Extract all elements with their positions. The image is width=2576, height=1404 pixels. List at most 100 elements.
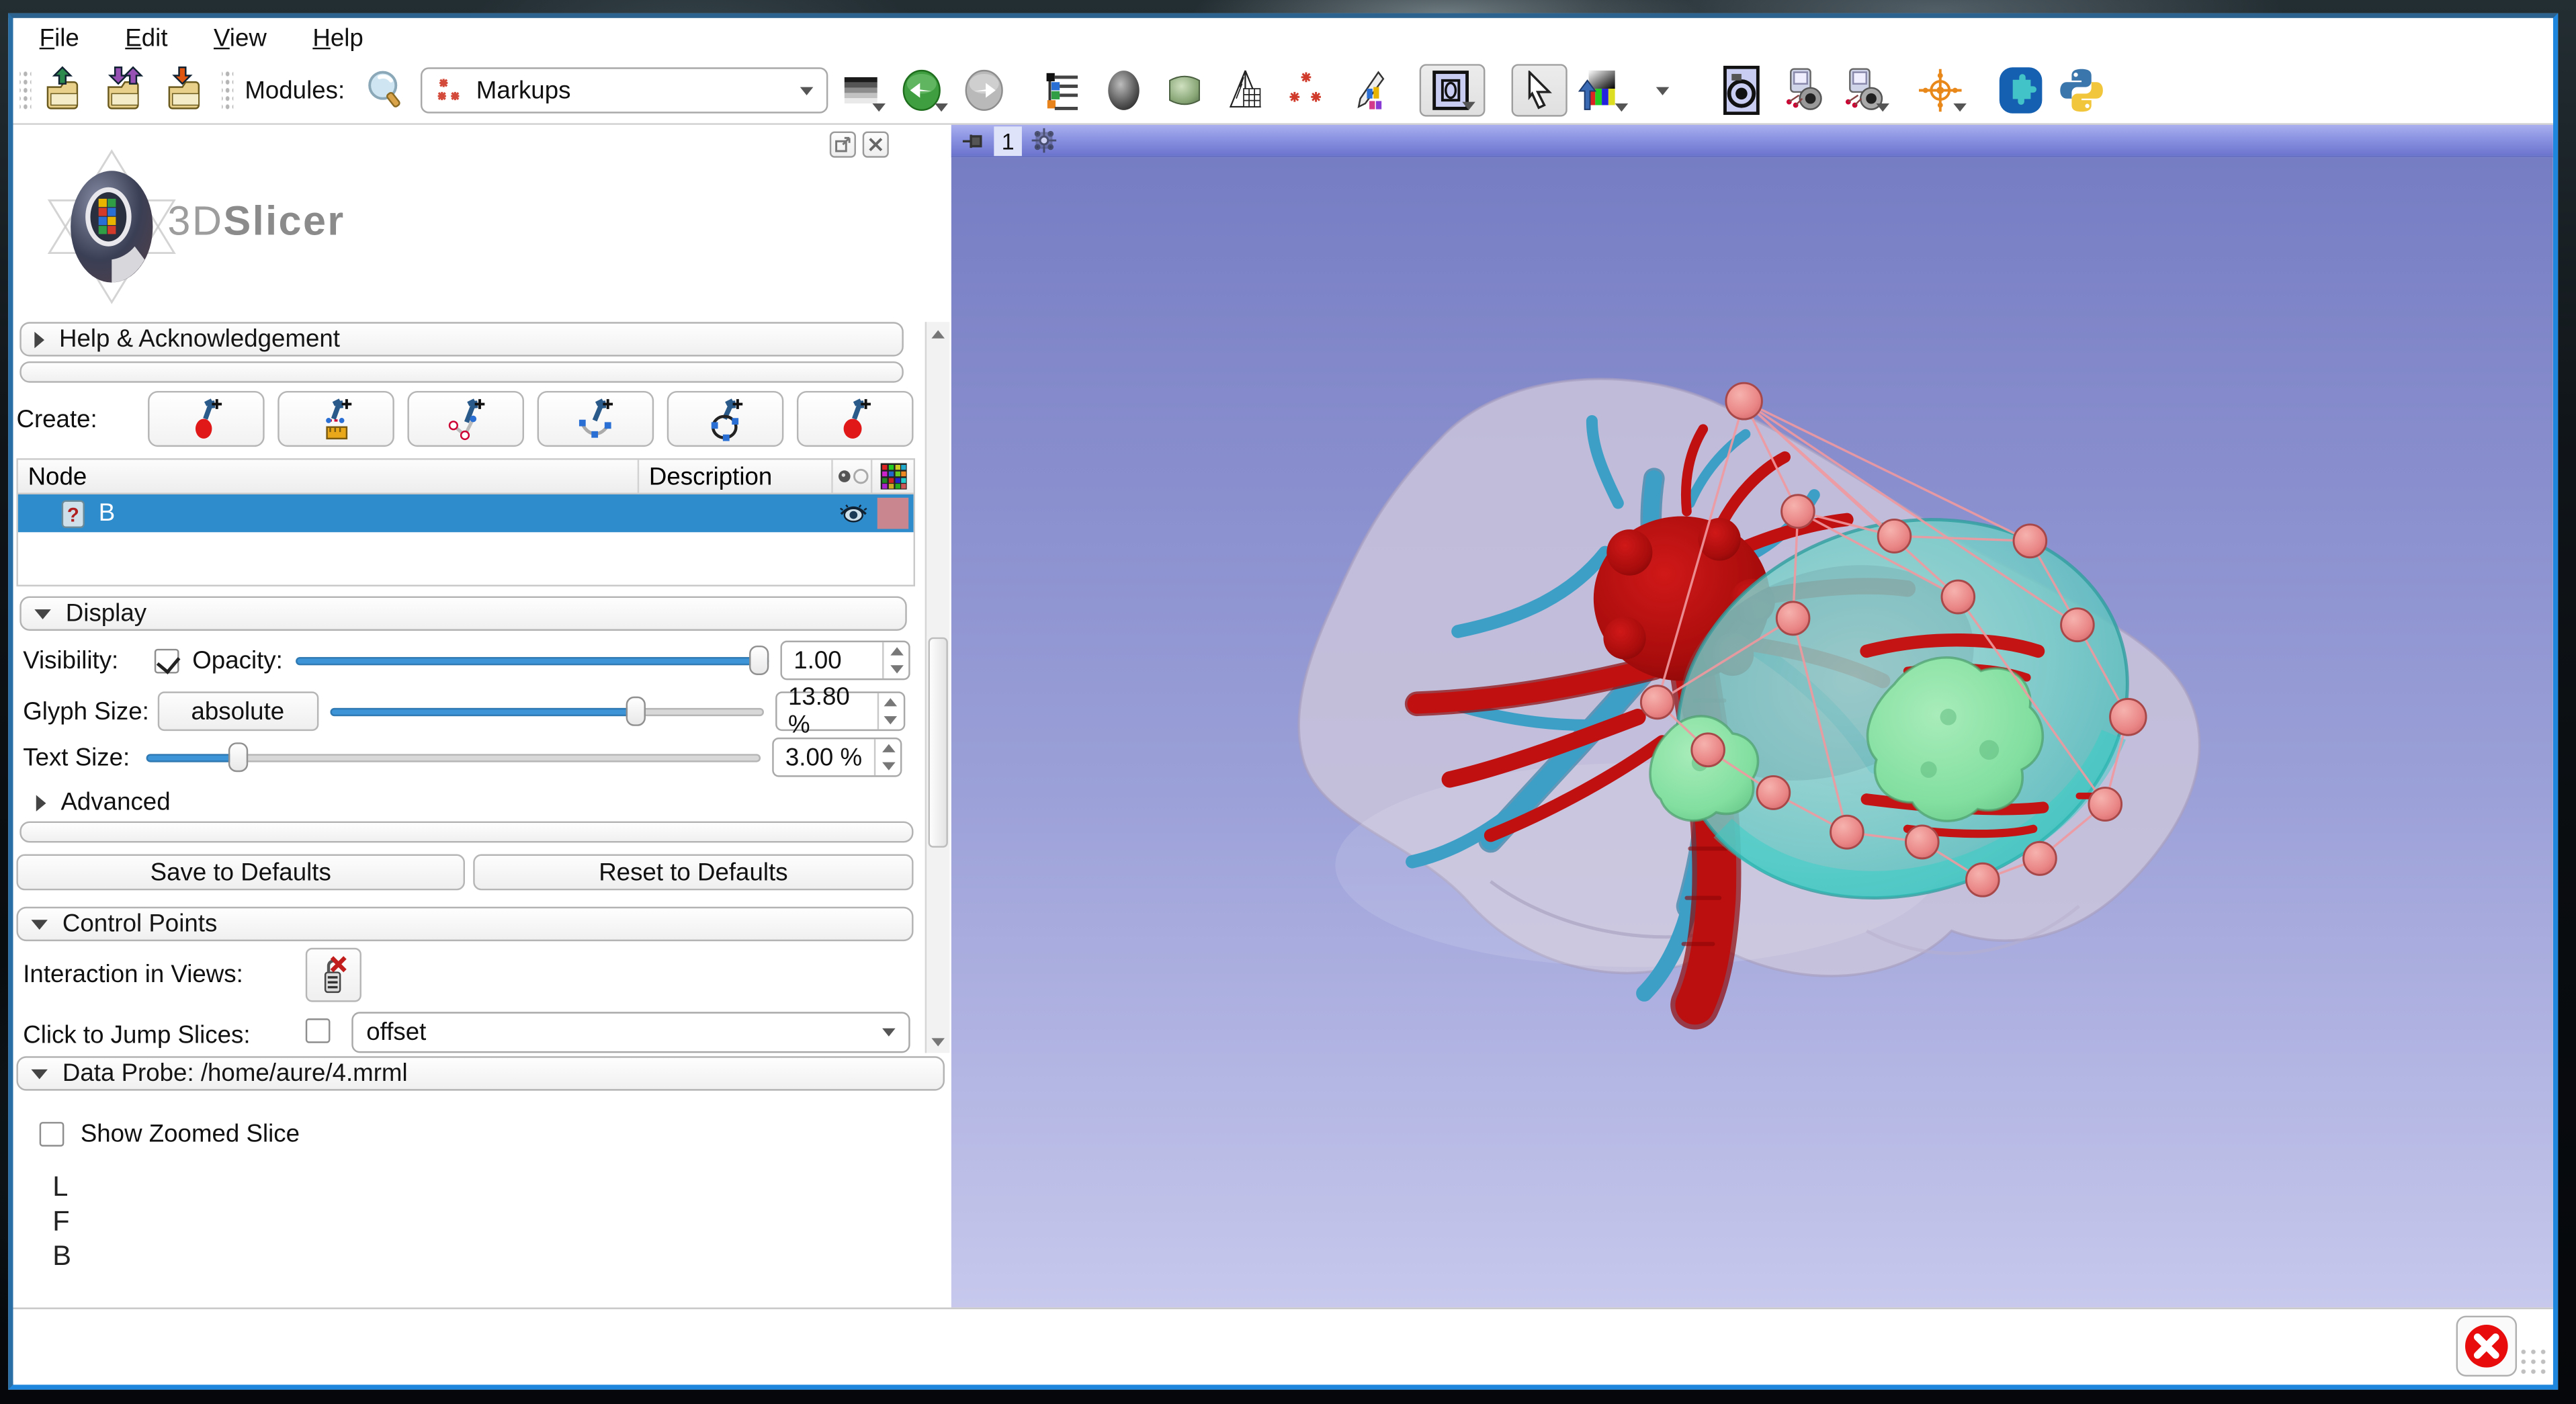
threed-view-header[interactable]: 1 (951, 125, 2553, 158)
reset-to-defaults-button[interactable]: Reset to Defaults (473, 854, 913, 891)
node-color-swatch[interactable] (877, 498, 908, 529)
screenshot-button[interactable] (1715, 64, 1767, 116)
jump-mode-combobox[interactable]: offset (351, 1012, 910, 1053)
previous-module-button[interactable] (897, 64, 949, 116)
menu-help[interactable]: Help (312, 24, 363, 52)
toolbar-drag-handle[interactable] (19, 69, 31, 112)
column-color[interactable] (872, 460, 913, 493)
extensions-manager-button[interactable] (1994, 64, 2047, 116)
annotations-button[interactable] (1340, 64, 1393, 116)
spin-down-icon[interactable] (882, 762, 895, 771)
create-markups-button[interactable] (1280, 64, 1332, 116)
node-color-cell[interactable] (872, 498, 913, 529)
text-size-slider[interactable] (146, 742, 761, 772)
volumes-icon (1161, 67, 1207, 113)
glyph-size-mode-button[interactable]: absolute (157, 691, 318, 731)
module-selector-combobox[interactable]: Markups (421, 67, 828, 113)
eye-icon (839, 502, 867, 524)
load-dicom-button[interactable] (100, 64, 153, 116)
create-point-list-button[interactable] (148, 391, 265, 447)
panel-scrollbar[interactable] (925, 322, 950, 1053)
interaction-toggle-button[interactable] (306, 948, 361, 1002)
volume-rendering-button[interactable] (1097, 64, 1150, 116)
display-section-header[interactable]: Display (19, 597, 906, 631)
glyph-size-slider-handle[interactable] (626, 697, 645, 726)
help-acknowledgement-section[interactable]: Help & Acknowledgement (19, 322, 904, 356)
scroll-up-button[interactable] (927, 322, 949, 345)
visibility-checkbox[interactable] (155, 648, 179, 673)
crosshair-button[interactable] (1916, 64, 1968, 116)
visibility-header-eye-icon (835, 466, 868, 486)
python-console-button[interactable] (2055, 64, 2108, 116)
chevron-down-icon (935, 103, 948, 112)
opacity-slider-handle[interactable] (749, 646, 769, 675)
spin-down-icon[interactable] (890, 665, 903, 673)
toolbar-separator (1697, 66, 1707, 115)
transforms-button[interactable] (1219, 64, 1271, 116)
opacity-slider[interactable] (296, 646, 769, 675)
spin-up-icon[interactable] (890, 647, 903, 655)
subject-hierarchy-button[interactable] (1037, 64, 1089, 116)
column-node[interactable]: Node (18, 460, 639, 493)
visibility-label: Visibility: (23, 646, 118, 674)
text-size-slider-handle[interactable] (228, 742, 248, 772)
create-angle-button[interactable] (407, 391, 524, 447)
column-visibility[interactable] (833, 460, 873, 493)
view-crosshair-icon[interactable] (1032, 128, 1057, 153)
threed-view: 1 (951, 125, 2553, 1308)
next-module-button[interactable] (957, 64, 1010, 116)
create-closed-curve-button[interactable] (667, 391, 784, 447)
scrollbar-thumb[interactable] (929, 638, 948, 848)
column-description[interactable]: Description (639, 460, 833, 493)
spin-down-icon[interactable] (884, 716, 898, 724)
hide-panel-button[interactable] (863, 132, 889, 158)
window-level-button[interactable] (1576, 64, 1628, 116)
menu-file[interactable]: File (40, 24, 79, 52)
collapse-arrow-icon (34, 331, 44, 347)
scroll-down-button[interactable] (927, 1030, 949, 1053)
node-row-b[interactable]: ? B (18, 494, 914, 532)
module-search-button[interactable] (359, 64, 412, 116)
menu-view[interactable]: View (214, 24, 267, 52)
data-probe-section-header[interactable]: Data Probe: /home/aure/4.mrml (16, 1056, 945, 1090)
advanced-section-header[interactable]: Advanced (36, 789, 171, 817)
create-plane-button[interactable] (797, 391, 914, 447)
create-line-button[interactable] (277, 391, 394, 447)
layout-selector-button[interactable] (1419, 64, 1485, 116)
error-log-button[interactable] (2456, 1316, 2517, 1376)
toolbar-separator (1897, 66, 1907, 115)
glyph-size-slider[interactable] (330, 697, 764, 726)
glyph-size-spinbox[interactable]: 13.80 % (775, 691, 904, 731)
screenshot-icon (1720, 66, 1763, 115)
node-visibility-toggle[interactable] (833, 502, 873, 524)
opacity-spinbox[interactable]: 1.00 (781, 641, 910, 681)
window-level-preset-dropdown[interactable] (1636, 64, 1688, 116)
save-to-defaults-button[interactable]: Save to Defaults (16, 854, 465, 891)
opacity-label: Opacity: (192, 646, 283, 674)
save-button[interactable] (161, 64, 214, 116)
threed-viewport[interactable] (951, 158, 2553, 1308)
load-data-button[interactable] (40, 64, 92, 116)
undock-panel-button[interactable] (830, 132, 856, 158)
spin-up-icon[interactable] (884, 698, 898, 706)
chevron-down-icon (882, 1028, 896, 1037)
toolbar-drag-handle[interactable] (222, 69, 233, 112)
show-zoomed-slice-checkbox[interactable] (40, 1122, 65, 1147)
menu-edit[interactable]: Edit (125, 24, 167, 52)
click-to-jump-checkbox[interactable] (306, 1018, 331, 1043)
node-table-header: Node Description (18, 460, 914, 494)
interaction-in-views-label: Interaction in Views: (23, 961, 243, 989)
spin-up-icon[interactable] (882, 744, 895, 752)
mouse-interaction-button[interactable] (1511, 64, 1567, 116)
scene-view-capture-button[interactable] (1776, 64, 1828, 116)
resize-grip[interactable] (2518, 1347, 2548, 1376)
create-open-curve-button[interactable] (538, 391, 654, 447)
scene-view-restore-button[interactable] (1836, 64, 1889, 116)
module-history-button[interactable] (836, 64, 888, 116)
volumes-button[interactable] (1158, 64, 1211, 116)
text-size-spinbox[interactable]: 3.00 % (772, 738, 902, 777)
line-icon (314, 396, 357, 441)
orientation-label-f: F (52, 1206, 69, 1239)
control-points-section-header[interactable]: Control Points (16, 907, 913, 941)
view-tab-label[interactable]: 1 (994, 126, 1022, 155)
